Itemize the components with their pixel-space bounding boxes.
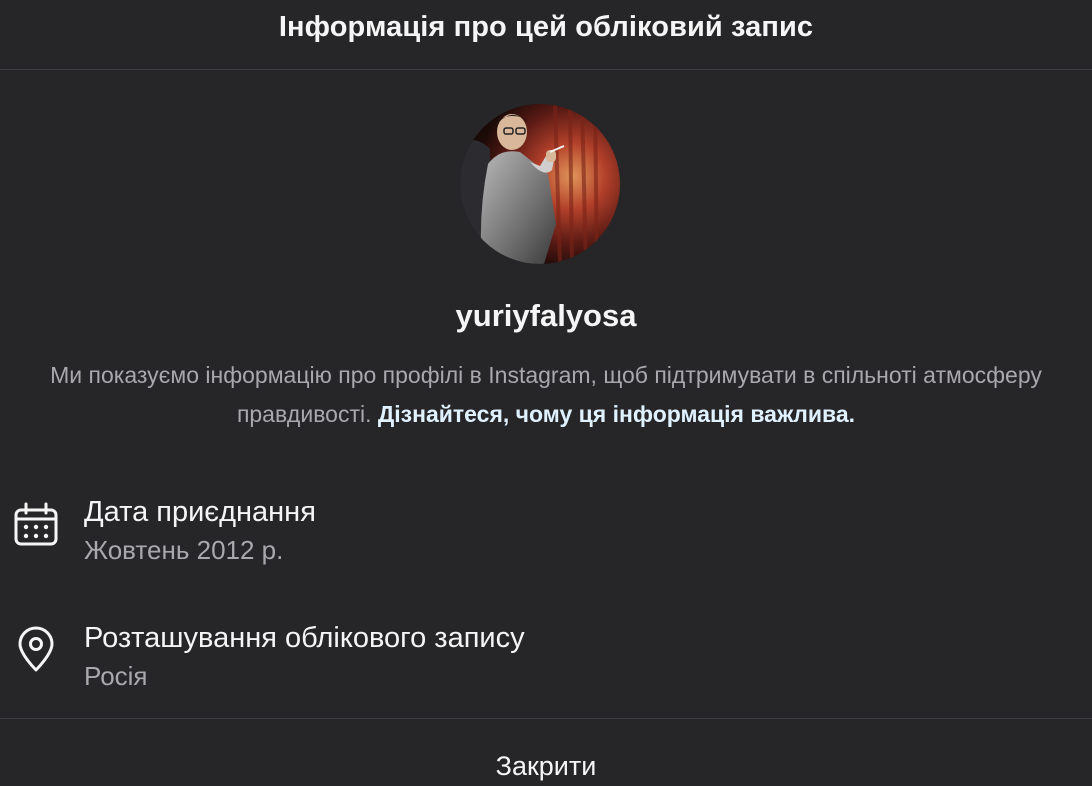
close-button[interactable]: Закрити [476,751,617,782]
account-location-row: Розташування облікового запису Росія [0,620,1092,700]
location-pin-icon [12,626,60,674]
dialog-footer: Закрити [0,718,1092,786]
join-date-row: Дата приєднання Жовтень 2012 р. [0,494,1092,574]
info-description: Ми показуємо інформацію про профілі в In… [40,356,1052,434]
dialog-title: Інформація про цей обліковий запис [278,11,814,43]
learn-more-link[interactable]: Дізнайтеся, чому ця інформація важлива. [378,401,855,427]
avatar-photo [460,104,620,264]
profile-username: yuriyfalyosa [455,298,637,333]
join-date-value: Жовтень 2012 р. [84,535,284,565]
dialog-header: Інформація про цей обліковий запис [0,0,1092,70]
profile-avatar [460,104,620,264]
account-location-label: Розташування облікового запису [84,622,525,654]
join-date-label: Дата приєднання [84,496,316,528]
account-info-dialog: Інформація про цей обліковий запис yuriy… [0,0,1092,786]
account-location-value: Росія [84,661,148,691]
calendar-icon [12,500,60,548]
